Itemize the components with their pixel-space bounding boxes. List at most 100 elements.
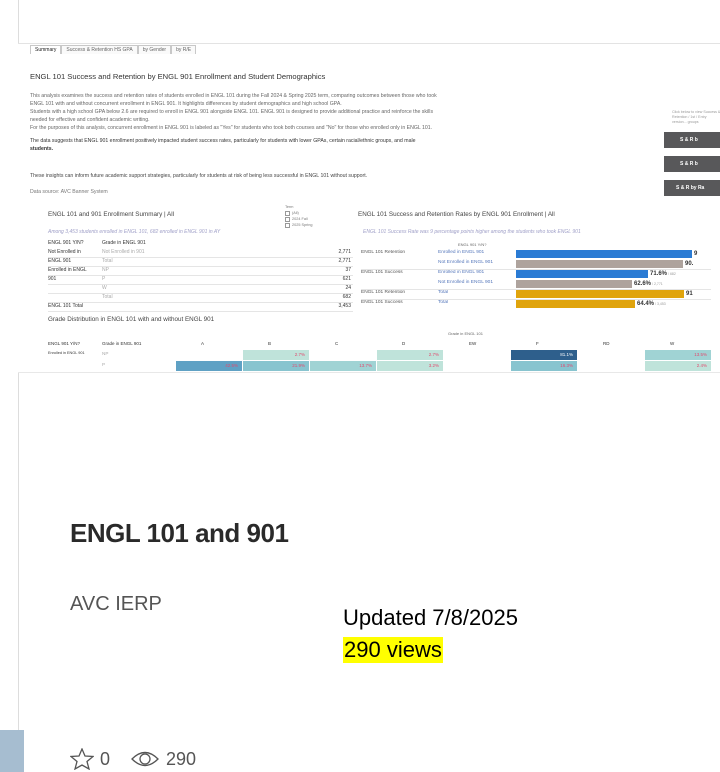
grade-col-header: C: [335, 341, 339, 346]
grade-col-901: Grade in ENGL 901: [102, 341, 142, 346]
rate-metric-label: ENGL 101 Retention: [361, 290, 406, 295]
enroll-row-count: 37: [345, 267, 351, 273]
enroll-row-grade: P: [102, 276, 106, 282]
tab-summary[interactable]: Summary: [30, 45, 62, 54]
sr-button-1[interactable]: S & R b: [664, 132, 720, 148]
enroll-row-count: 2,771: [338, 258, 351, 264]
rates-title: ENGL 101 Success and Retention Rates by …: [358, 211, 555, 218]
rate-bar: [516, 290, 684, 298]
rate-value: 71.6%: [650, 271, 668, 277]
tab-by-race-ethnicity[interactable]: by R/E: [171, 45, 197, 54]
enroll-col-grade: Grade in ENGL 901: [102, 240, 146, 246]
enroll-row-count: 682: [342, 294, 351, 300]
grade-col-header: F: [536, 341, 539, 346]
rate-metric-label: ENGL 101 Success: [361, 270, 403, 275]
enroll-col-yn: ENGL 901 Y/N?: [48, 240, 84, 246]
rate-denominator: / 3,453: [655, 302, 666, 306]
grade-cell: [578, 361, 644, 371]
rate-value-label: 90.: [685, 261, 693, 267]
sr-button-3[interactable]: S & R by Ra: [664, 180, 720, 196]
rate-value: 90.: [685, 261, 694, 267]
term-filter[interactable]: Term (All) 2024 Fall 2025 Spring: [285, 204, 312, 228]
views-count-label: 290 views: [343, 637, 443, 663]
description-line: needed for effective and confident acade…: [30, 117, 150, 123]
view-count: 290: [166, 748, 197, 769]
grade-cell: [377, 372, 443, 373]
grade-cell: [176, 350, 242, 360]
table-divider: [48, 284, 353, 285]
enroll-row-grade: W: [102, 285, 107, 291]
table-divider: [48, 302, 353, 303]
rate-value-label: 9: [694, 251, 697, 257]
grade-cell: [444, 350, 510, 360]
checkbox-icon[interactable]: [285, 222, 290, 228]
grade-cell: 21.9%: [243, 361, 309, 371]
rate-divider: [361, 299, 711, 300]
term-option-2025-spring[interactable]: 2025 Spring: [285, 222, 312, 228]
description-line: For the purposes of this analysis, concu…: [30, 125, 433, 131]
tab-by-gender[interactable]: by Gender: [137, 45, 172, 54]
sr-button-2[interactable]: S & R b: [664, 156, 720, 172]
grade-cell: 91.7%: [645, 372, 711, 373]
checkbox-icon[interactable]: [285, 210, 290, 216]
updated-date: Updated 7/8/2025: [343, 605, 518, 630]
table-divider: [48, 311, 353, 312]
favorite-star-icon[interactable]: [70, 748, 94, 770]
grade-axis-title: Grade in ENGL 101: [448, 331, 483, 336]
insight-line: students.: [30, 146, 54, 152]
grade-cell: 2.4%: [645, 361, 711, 371]
rate-group-label: Total: [438, 300, 449, 305]
grade-cell: 3.2%: [377, 361, 443, 371]
enroll-row-count: 24: [345, 285, 351, 291]
enroll-row-count: 2,771: [338, 249, 351, 255]
workbook-title[interactable]: ENGL 101 and 901: [70, 518, 289, 549]
enrollment-note: Among 3,453 students enrolled in ENGL 10…: [48, 229, 221, 235]
enroll-row-grade: Total: [102, 258, 113, 264]
grade-col-header: EW: [469, 341, 477, 346]
author-name[interactable]: AVC IERP: [70, 593, 162, 616]
rates-note: ENGL 101 Success Rate was 9 percentage p…: [363, 229, 581, 235]
grade-row-group: Enrolled in ENGL 901: [48, 351, 85, 355]
grade-cell: 4.2%: [243, 372, 309, 373]
checkbox-icon[interactable]: [285, 216, 290, 222]
dashboard-title: ENGL 101 Success and Retention by ENGL 9…: [30, 72, 326, 81]
rate-divider: [361, 289, 711, 290]
rate-denominator: / 682: [668, 272, 676, 276]
rate-bar: [516, 260, 683, 268]
enroll-row-count: 621: [342, 276, 351, 282]
grade-col-header: D: [402, 341, 406, 346]
grade-cell: 2.7%: [377, 350, 443, 360]
data-source: Data source: AVC Banner System: [30, 189, 108, 195]
workbook-thumbnail[interactable]: Summary Success & Retention HS GPA by Ge…: [18, 43, 720, 373]
rate-metric-label: ENGL 101 Success: [361, 300, 403, 305]
grade-cell: [444, 372, 510, 373]
grade-cell: [310, 350, 376, 360]
dashboard-description: This analysis examines the success and r…: [30, 92, 680, 132]
rate-bar: [516, 250, 692, 258]
grade-cell: 4.2%: [176, 372, 242, 373]
rate-group-label: Enrolled in ENGL 901: [438, 270, 485, 275]
description-line: ENGL 101 with and without concurrent enr…: [30, 101, 342, 107]
term-option-label: (All): [292, 211, 299, 215]
table-divider: [48, 266, 353, 267]
adjacent-card-edge: [0, 730, 24, 772]
grade-cell: [444, 361, 510, 371]
rate-value: 91: [686, 291, 693, 297]
rate-group-label: Not Enrolled in ENGL 901: [438, 280, 494, 285]
table-divider: [48, 275, 353, 276]
enroll-row-count: 3,453: [338, 303, 351, 309]
grade-col-header: W: [670, 341, 675, 346]
insight-text: The data suggests that ENGL 901 enrollme…: [30, 137, 416, 153]
grade-col-header: RD: [603, 341, 610, 346]
tab-success-retention-hs-gpa[interactable]: Success & Retention HS GPA: [61, 45, 138, 54]
rate-metric-label: ENGL 101 Retention: [361, 250, 406, 255]
side-instructions: Click below to view Success & Retention …: [672, 110, 720, 124]
rate-bar: [516, 270, 648, 278]
table-divider: [48, 293, 353, 294]
enroll-row-group: ENGL 901: [48, 258, 72, 264]
enroll-row-grade: Total: [102, 294, 113, 300]
eye-icon: [130, 749, 160, 769]
grade-cell: [511, 372, 577, 373]
support-text: These insights can inform future academi…: [30, 173, 368, 179]
grade-row-901: P: [102, 362, 106, 367]
